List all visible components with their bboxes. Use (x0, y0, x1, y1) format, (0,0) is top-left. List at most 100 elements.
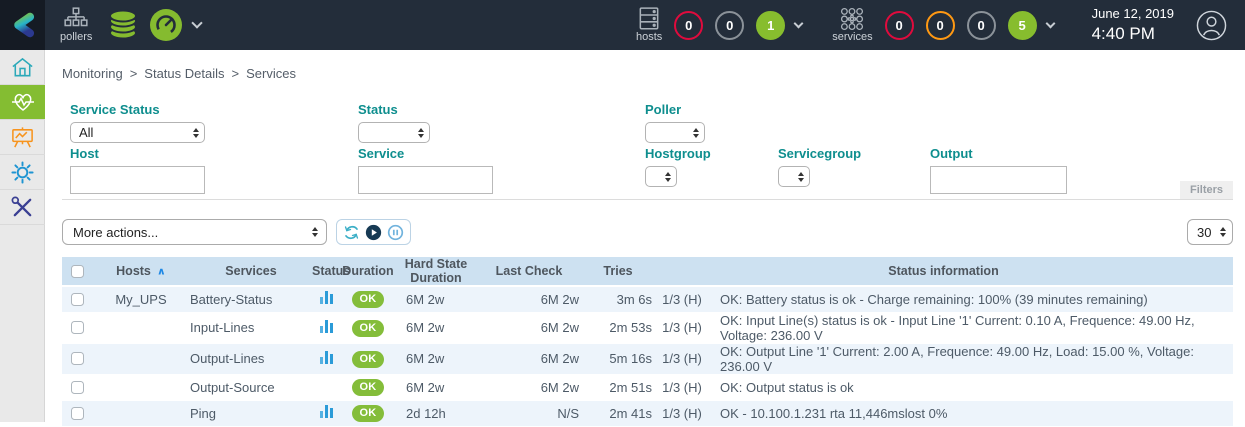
status-badge: OK (352, 405, 385, 422)
gauge-status-icon[interactable] (149, 8, 183, 42)
sidebar-item-administration[interactable] (0, 190, 45, 225)
row-checkbox[interactable] (71, 381, 84, 394)
services-ok-counter[interactable]: 5 (1008, 11, 1037, 40)
breadcrumb-item-monitoring[interactable]: Monitoring (62, 66, 123, 81)
tries-value: 1/3 (H) (654, 374, 710, 400)
service-filter-label: Service (358, 146, 493, 162)
services-counters: 0 0 0 5 (873, 11, 1037, 40)
hosts-label: hosts (636, 32, 662, 43)
host-input[interactable] (70, 166, 205, 194)
row-checkbox[interactable] (71, 407, 84, 420)
graph-icon[interactable] (320, 291, 333, 304)
column-header-services[interactable]: Services (190, 257, 312, 286)
output-input[interactable] (930, 166, 1067, 194)
refresh-icon[interactable] (343, 224, 360, 241)
graph-icon[interactable] (320, 320, 333, 333)
hosts-up-counter[interactable]: 1 (756, 11, 785, 40)
select-arrows-icon (693, 128, 699, 138)
service-status-filter-label: Service Status (70, 102, 205, 118)
row-checkbox[interactable] (71, 352, 84, 365)
user-profile-icon[interactable] (1196, 10, 1227, 41)
status-badge: OK (352, 351, 385, 368)
table-header-row: Hosts∧ Services Status Duration Hard Sta… (62, 257, 1233, 286)
pollers-menu[interactable]: pollers (60, 7, 92, 43)
hosts-chevron-down-icon[interactable] (794, 18, 804, 28)
centreon-logo[interactable] (0, 0, 45, 50)
breadcrumb-separator: > (130, 66, 138, 81)
status-information: OK - 10.100.1.231 rta 11,446mslost 0% (710, 400, 1233, 426)
sidebar-item-home[interactable] (0, 50, 45, 85)
servicegroup-select[interactable] (778, 166, 810, 187)
column-header-status[interactable]: Status (312, 257, 340, 286)
page-size-select[interactable]: 30 (1187, 219, 1233, 245)
services-label: services (832, 32, 872, 43)
graph-icon[interactable] (320, 351, 333, 364)
hard-state-duration-value: 6M 2w (476, 374, 582, 400)
status-badge: OK (352, 379, 385, 396)
service-status-select[interactable]: All (70, 122, 205, 143)
select-arrows-icon (1220, 227, 1226, 237)
column-header-hard-state-duration[interactable]: Hard State Duration (396, 257, 476, 286)
column-header-duration[interactable]: Duration (340, 257, 396, 286)
play-icon[interactable] (365, 224, 382, 241)
database-status-icon[interactable] (106, 8, 140, 42)
last-check-value: 2m 51s (582, 374, 654, 400)
services-menu[interactable]: services (832, 7, 872, 43)
reporting-chart-icon (10, 125, 35, 150)
hosts-down-counter[interactable]: 0 (674, 11, 703, 40)
poller-select[interactable] (645, 122, 705, 143)
output-filter-label: Output (930, 146, 1067, 162)
sidebar-item-configuration[interactable] (0, 155, 45, 190)
tries-value: 1/3 (H) (654, 312, 710, 343)
page-size-value: 30 (1197, 225, 1211, 240)
hosts-status-summary: hosts 0 0 1 (636, 7, 802, 43)
services-warning-counter[interactable]: 0 (926, 11, 955, 40)
host-name[interactable]: My_UPS (92, 286, 190, 312)
column-header-last-check[interactable]: Last Check (476, 257, 582, 286)
duration-value: 6M 2w (396, 374, 476, 400)
graph-icon[interactable] (320, 405, 333, 418)
breadcrumb-item-status-details[interactable]: Status Details (144, 66, 224, 81)
service-name[interactable]: Input-Lines (190, 312, 312, 343)
configuration-gear-icon (10, 160, 35, 185)
select-arrows-icon (665, 172, 671, 182)
services-critical-counter[interactable]: 0 (885, 11, 914, 40)
sidebar-item-monitoring[interactable] (0, 85, 45, 120)
service-name[interactable]: Output-Lines (190, 343, 312, 374)
status-information: OK: Input Line(s) status is ok - Input L… (710, 312, 1233, 343)
more-actions-label: More actions... (73, 225, 158, 240)
pause-icon[interactable] (387, 224, 404, 241)
select-arrows-icon (798, 172, 804, 182)
service-name[interactable]: Ping (190, 400, 312, 426)
poller-status-chevron-down-icon[interactable] (192, 17, 203, 28)
column-header-hosts[interactable]: Hosts∧ (92, 257, 190, 286)
row-checkbox[interactable] (71, 293, 84, 306)
service-input[interactable] (358, 166, 493, 194)
hosts-pending-counter[interactable]: 0 (715, 11, 744, 40)
service-name[interactable]: Battery-Status (190, 286, 312, 312)
breadcrumb-item-services[interactable]: Services (246, 66, 296, 81)
column-header-tries[interactable]: Tries (582, 257, 654, 286)
services-icon (839, 7, 865, 31)
table-row: Input-Lines OK 6M 2w 6M 2w 2m 53s 1/3 (H… (62, 312, 1233, 343)
current-time: 4:40 PM (1092, 23, 1174, 44)
hosts-header-label: Hosts (116, 264, 151, 278)
column-header-status-information[interactable]: Status information (654, 257, 1233, 286)
services-status-summary: services 0 0 0 5 (832, 7, 1053, 43)
duration-value: 6M 2w (396, 312, 476, 343)
services-chevron-down-icon[interactable] (1045, 18, 1055, 28)
services-pending-counter[interactable]: 0 (967, 11, 996, 40)
current-date: June 12, 2019 (1092, 6, 1174, 22)
sidebar-item-reporting[interactable] (0, 120, 45, 155)
more-actions-select[interactable]: More actions... (62, 219, 327, 245)
sidebar (0, 50, 45, 422)
select-all-checkbox[interactable] (71, 265, 84, 278)
breadcrumb: Monitoring>Status Details>Services (62, 66, 1233, 81)
host-name (92, 312, 190, 343)
hostgroup-select[interactable] (645, 166, 677, 187)
status-select[interactable] (358, 122, 430, 143)
row-checkbox[interactable] (71, 321, 84, 334)
tries-value: 1/3 (H) (654, 343, 710, 374)
service-name[interactable]: Output-Source (190, 374, 312, 400)
hosts-menu[interactable]: hosts (636, 7, 662, 43)
